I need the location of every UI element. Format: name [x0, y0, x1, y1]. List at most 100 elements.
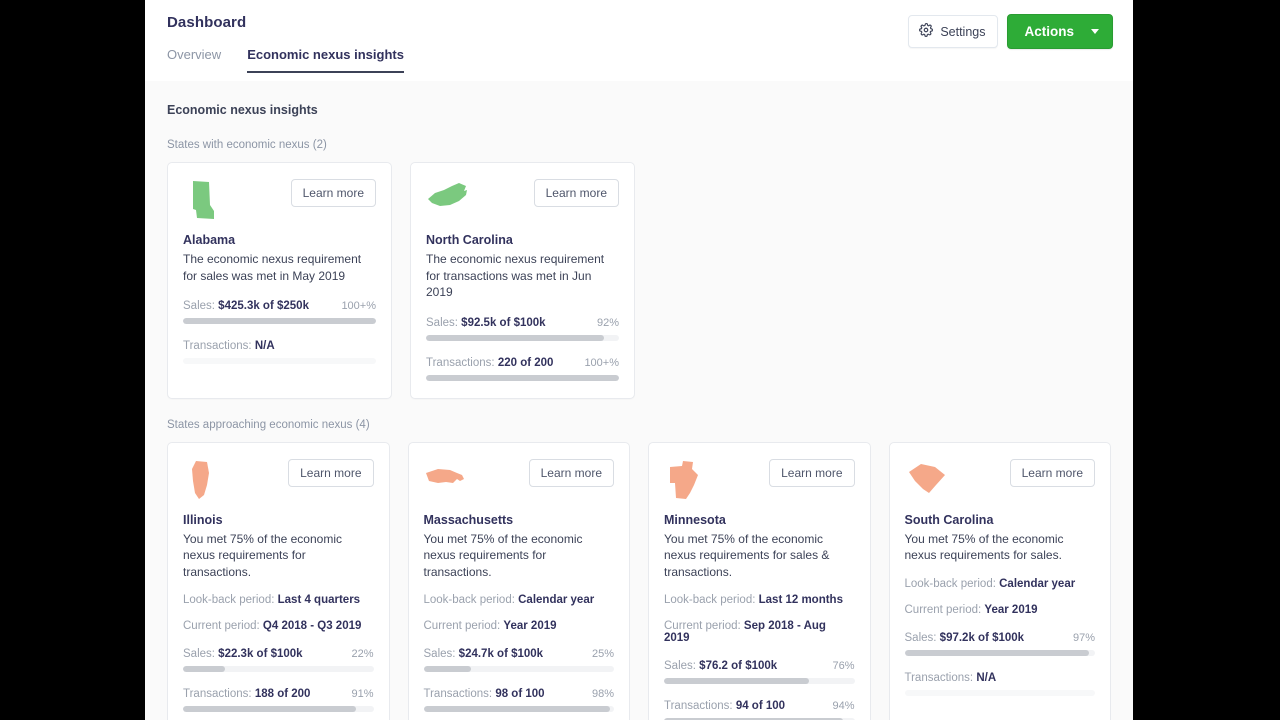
- state-massachusetts-icon: [424, 459, 466, 501]
- chevron-down-icon[interactable]: [1086, 20, 1112, 43]
- progress-caption: Transactions: 188 of 200: [183, 688, 310, 700]
- progress-value: $425.3k of $250k: [218, 300, 309, 312]
- learn-more-button[interactable]: Learn more: [534, 179, 619, 207]
- progress-block: Transactions: 98 of 10098%: [424, 688, 615, 712]
- app-header: Dashboard Settings Actions Overview Econ…: [145, 0, 1133, 81]
- progress-percent: 91%: [351, 688, 373, 700]
- lookback-period: Look-back period: Calendar year: [905, 578, 1096, 590]
- lookback-value: Last 12 months: [759, 594, 843, 606]
- progress-caption: Sales: $76.2 of $100k: [664, 660, 777, 672]
- progress-block: Transactions: N/A: [183, 340, 376, 364]
- progress-header: Transactions: 188 of 200 91%: [183, 688, 374, 700]
- state-groups: States with economic nexus (2) Learn more…: [167, 139, 1111, 720]
- progress-block: Transactions: 220 of 200 100+%: [426, 357, 619, 381]
- progress-track: [426, 375, 619, 381]
- header-actions: Settings Actions: [908, 14, 1113, 49]
- progress-fill: [183, 706, 356, 712]
- progress-label: Sales:: [424, 648, 456, 660]
- state-card[interactable]: Learn moreAlabamaThe economic nexus requ…: [167, 162, 392, 399]
- learn-more-button[interactable]: Learn more: [769, 459, 854, 487]
- progress-block: Sales: $97.2k of $100k97%: [905, 632, 1096, 656]
- progress-label: Sales:: [664, 660, 696, 672]
- lookback-label: Look-back period:: [664, 594, 755, 606]
- progress-header: Sales: $92.5k of $100k 92%: [426, 317, 619, 329]
- current-period: Current period: Year 2019: [905, 604, 1096, 616]
- current-period: Current period: Year 2019: [424, 620, 615, 632]
- current-label: Current period:: [664, 620, 741, 632]
- progress-label: Sales:: [183, 648, 215, 660]
- tab-economic-nexus-insights[interactable]: Economic nexus insights: [247, 47, 404, 73]
- state-card[interactable]: Learn moreMinnesotaYou met 75% of the ec…: [648, 442, 871, 720]
- progress-block: Sales: $92.5k of $100k 92%: [426, 317, 619, 341]
- progress-header: Sales: $76.2 of $100k76%: [664, 660, 855, 672]
- actions-button[interactable]: Actions: [1007, 14, 1113, 49]
- progress-value: 220 of 200: [498, 357, 554, 369]
- progress-value: N/A: [976, 672, 996, 684]
- progress-fill: [664, 678, 809, 684]
- progress-caption: Sales: $24.7k of $100k: [424, 648, 544, 660]
- progress-track: [183, 358, 376, 364]
- progress-caption: Transactions: 220 of 200: [426, 357, 553, 369]
- progress-block: Transactions: 188 of 200 91%: [183, 688, 374, 712]
- progress-fill: [424, 706, 611, 712]
- progress-caption: Sales: $22.3k of $100k: [183, 648, 303, 660]
- state-description: The economic nexus requirement for sales…: [183, 251, 376, 284]
- progress-label: Sales:: [426, 317, 458, 329]
- state-card-row: Learn moreAlabamaThe economic nexus requ…: [167, 162, 1111, 399]
- progress-label: Transactions:: [426, 357, 495, 369]
- current-value: Q4 2018 - Q3 2019: [263, 620, 361, 632]
- learn-more-button[interactable]: Learn more: [1010, 459, 1095, 487]
- card-top: Learn more: [183, 459, 374, 503]
- progress-fill: [905, 650, 1090, 656]
- progress-value: N/A: [255, 340, 275, 352]
- gear-icon: [919, 23, 933, 40]
- lookback-period: Look-back period: Last 12 months: [664, 594, 855, 606]
- learn-more-button[interactable]: Learn more: [288, 459, 373, 487]
- state-card[interactable]: Learn moreMassachusettsYou met 75% of th…: [408, 442, 631, 720]
- tab-bar: Overview Economic nexus insights: [167, 47, 1111, 73]
- card-top: Learn more: [664, 459, 855, 503]
- progress-caption: Transactions: N/A: [183, 340, 275, 352]
- state-card[interactable]: Learn moreNorth CarolinaThe economic nex…: [410, 162, 635, 399]
- lookback-period: Look-back period: Last 4 quarters: [183, 594, 374, 606]
- tab-overview[interactable]: Overview: [167, 47, 221, 73]
- progress-value: $24.7k of $100k: [459, 648, 543, 660]
- card-top: Learn more: [183, 179, 376, 223]
- state-description: You met 75% of the economic nexus requir…: [664, 531, 855, 581]
- current-label: Current period:: [905, 604, 982, 616]
- learn-more-button[interactable]: Learn more: [529, 459, 614, 487]
- state-description: You met 75% of the economic nexus requir…: [183, 531, 374, 581]
- content-area: Economic nexus insights States with econ…: [145, 81, 1133, 720]
- progress-percent: 92%: [597, 317, 619, 329]
- card-top: Learn more: [424, 459, 615, 503]
- state-name: Illinois: [183, 513, 374, 527]
- lookback-period: Look-back period: Calendar year: [424, 594, 615, 606]
- progress-label: Transactions:: [183, 340, 252, 352]
- state-illinois-icon: [183, 459, 225, 501]
- progress-label: Transactions:: [664, 700, 733, 712]
- learn-more-button[interactable]: Learn more: [291, 179, 376, 207]
- progress-percent: 100+%: [584, 357, 619, 369]
- progress-track: [905, 690, 1096, 696]
- settings-button[interactable]: Settings: [908, 15, 998, 48]
- state-card[interactable]: Learn more Illinois You met 75% of the eco…: [167, 442, 390, 720]
- actions-label: Actions: [1008, 15, 1086, 48]
- group-label: States with economic nexus (2): [167, 139, 1111, 151]
- state-alabama-icon: [183, 179, 225, 221]
- progress-caption: Transactions: N/A: [905, 672, 997, 684]
- progress-track: [183, 666, 374, 672]
- state-north-carolina-icon: [426, 179, 468, 221]
- card-top: Learn more: [426, 179, 619, 223]
- current-label: Current period:: [183, 620, 260, 632]
- progress-header: Transactions: 220 of 200 100+%: [426, 357, 619, 369]
- state-card[interactable]: Learn moreSouth CarolinaYou met 75% of t…: [889, 442, 1112, 720]
- progress-value: $92.5k of $100k: [461, 317, 545, 329]
- current-label: Current period:: [424, 620, 501, 632]
- lookback-label: Look-back period:: [905, 578, 996, 590]
- state-name: South Carolina: [905, 513, 1096, 527]
- progress-track: [183, 706, 374, 712]
- progress-caption: Sales: $92.5k of $100k: [426, 317, 546, 329]
- current-value: Year 2019: [984, 604, 1037, 616]
- progress-header: Sales: $22.3k of $100k22%: [183, 648, 374, 660]
- current-value: Year 2019: [503, 620, 556, 632]
